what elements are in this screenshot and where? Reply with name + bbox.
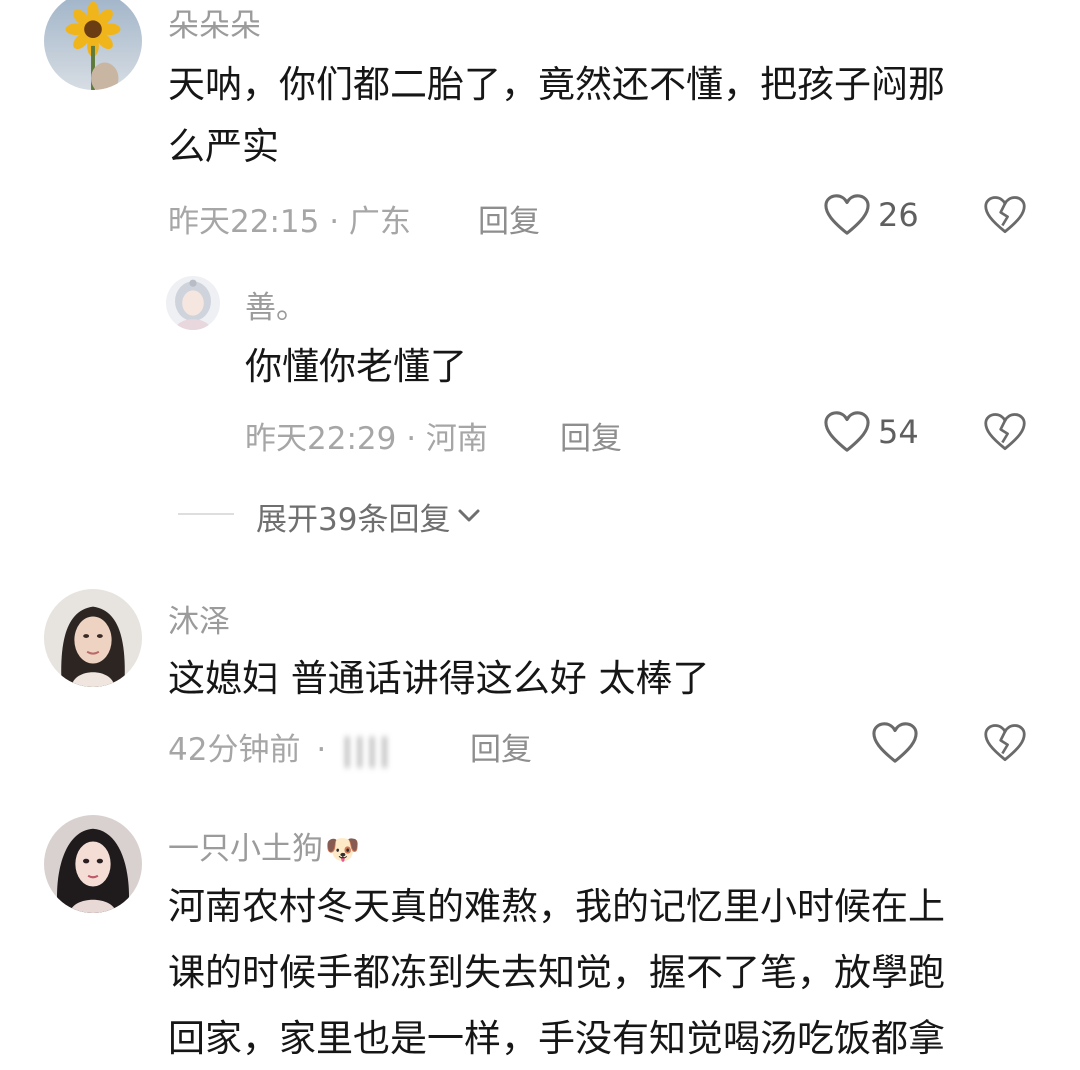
comment-username[interactable]: 沐泽 bbox=[168, 596, 230, 641]
expand-replies-label: 展开39条回复 bbox=[256, 502, 451, 538]
heart-outline-icon[interactable] bbox=[824, 193, 870, 237]
comment-meta: 昨天22:15 · 广东 bbox=[168, 204, 411, 240]
comment-text-line: 天呐，你们都二胎了，竟然还不懂，把孩子闷那 bbox=[168, 63, 945, 106]
reply-button[interactable]: 回复 bbox=[470, 724, 532, 769]
reply-button[interactable]: 回复 bbox=[560, 413, 622, 458]
broken-heart-icon[interactable] bbox=[984, 195, 1026, 235]
comment-location-blurred: |||| bbox=[342, 732, 392, 768]
chevron-down-icon bbox=[456, 505, 482, 529]
expand-divider bbox=[178, 513, 234, 515]
sunflower-avatar-icon bbox=[44, 0, 142, 90]
comment-text-line: 河南农村冬天真的难熬，我的记忆里小时候在上 bbox=[168, 885, 945, 928]
comment-text-line: 回家，家里也是一样，手没有知觉喝汤吃饭都拿 bbox=[168, 1017, 945, 1060]
reply-text: 你懂你老懂了 bbox=[245, 345, 467, 388]
like-count: 26 bbox=[878, 196, 919, 234]
illustrated-girl-avatar-icon bbox=[44, 815, 142, 913]
broken-heart-icon[interactable] bbox=[984, 723, 1026, 763]
comment-meta: 42分钟前 · |||| bbox=[168, 724, 392, 769]
comment-username[interactable]: 一只小土狗🐶 bbox=[168, 823, 360, 868]
woman-portrait-avatar-icon bbox=[44, 589, 142, 687]
like-count: 54 bbox=[878, 413, 919, 451]
comment-time: 42分钟前 bbox=[168, 732, 301, 768]
avatar[interactable] bbox=[44, 589, 142, 687]
avatar[interactable] bbox=[44, 815, 142, 913]
dog-emoji-icon: 🐶 bbox=[325, 833, 360, 866]
broken-heart-icon[interactable] bbox=[984, 412, 1026, 452]
comment-text-line: 么严实 bbox=[168, 125, 279, 168]
avatar[interactable] bbox=[166, 276, 220, 330]
comment-text: 这媳妇 普通话讲得这么好 太棒了 bbox=[168, 657, 710, 700]
avatar[interactable] bbox=[44, 0, 142, 90]
reply-button[interactable]: 回复 bbox=[478, 196, 540, 241]
heart-outline-icon[interactable] bbox=[872, 721, 918, 765]
meta-separator: · bbox=[316, 732, 327, 768]
reply-meta: 昨天22:29 · 河南 bbox=[245, 421, 488, 457]
anime-girl-avatar-icon bbox=[166, 276, 220, 330]
comment-username[interactable]: 朵朵朵 bbox=[168, 0, 261, 45]
comment-text-line: 课的时候手都冻到失去知觉，握不了笔，放學跑 bbox=[168, 951, 945, 994]
heart-outline-icon[interactable] bbox=[824, 410, 870, 454]
expand-replies-button[interactable]: 展开39条回复 bbox=[256, 494, 482, 539]
comment-username-text: 一只小土狗 bbox=[168, 831, 323, 867]
reply-username[interactable]: 善。 bbox=[245, 282, 307, 327]
